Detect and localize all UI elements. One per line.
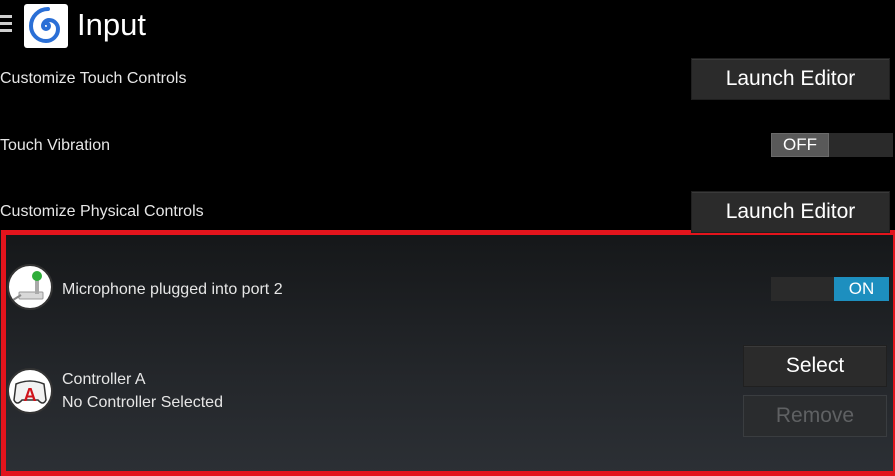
toggle-state-label: OFF	[771, 133, 829, 157]
controller-title: Controller A	[62, 371, 146, 388]
input-settings-screen: Input Customize Touch Controls Launch Ed…	[0, 0, 895, 476]
touch-vibration-toggle[interactable]: OFF	[771, 133, 893, 157]
hamburger-menu-icon[interactable]	[0, 15, 12, 35]
page-title: Input	[77, 7, 146, 42]
microphone-label: Microphone plugged into port 2	[62, 281, 283, 298]
touch-vibration-label: Touch Vibration	[0, 137, 110, 154]
action-bar: Input	[0, 0, 895, 52]
touch-controls-label: Customize Touch Controls	[0, 70, 187, 87]
launch-physical-editor-button[interactable]: Launch Editor	[691, 191, 890, 233]
remove-controller-button[interactable]: Remove	[743, 395, 887, 437]
gamepad-icon: A	[7, 368, 53, 414]
select-controller-button[interactable]: Select	[743, 345, 887, 387]
svg-text:A: A	[24, 385, 37, 405]
microphone-toggle[interactable]: ON	[771, 277, 889, 301]
controller-subtitle: No Controller Selected	[62, 394, 223, 411]
launch-touch-editor-button[interactable]: Launch Editor	[691, 58, 890, 100]
microphone-icon	[7, 264, 53, 310]
spiral-app-icon[interactable]	[24, 4, 68, 48]
toggle-state-label: ON	[834, 277, 889, 301]
physical-controls-label: Customize Physical Controls	[0, 203, 204, 220]
